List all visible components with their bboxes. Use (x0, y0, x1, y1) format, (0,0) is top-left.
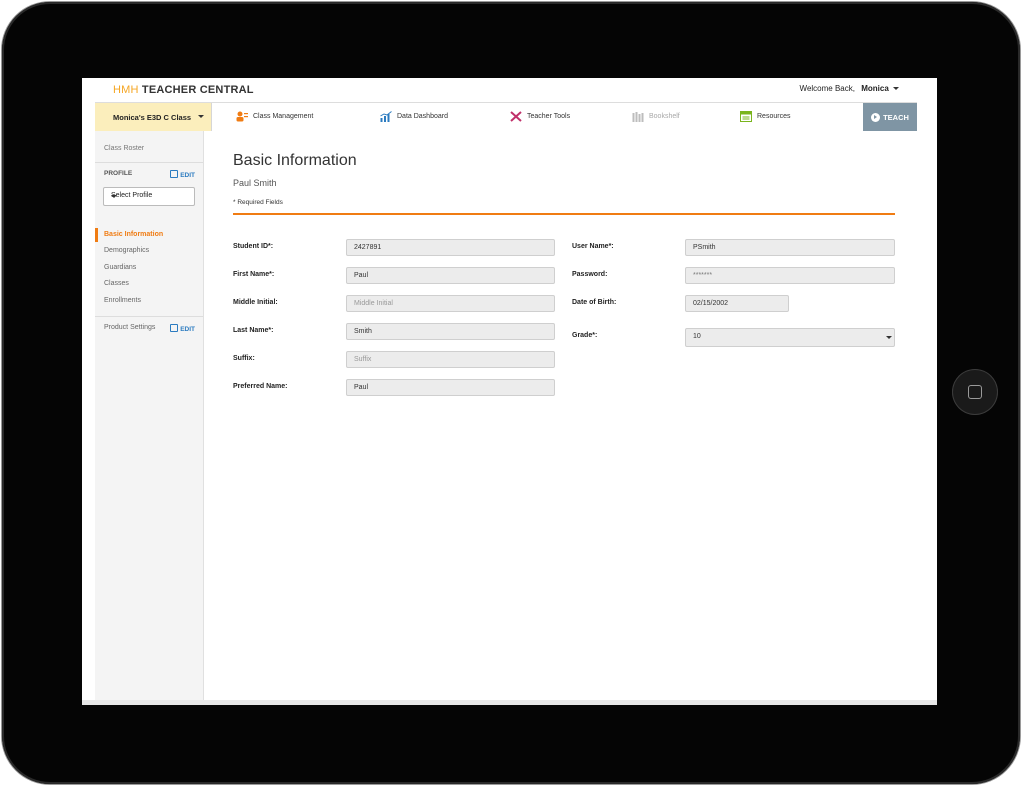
bottom-edge (82, 700, 937, 705)
suffix-label: Suffix: (233, 355, 255, 362)
play-circle-icon (871, 112, 881, 122)
sidebar-item-enrollments[interactable]: Enrollments (104, 297, 141, 304)
edit-label: EDIT (180, 326, 195, 333)
password-input[interactable]: ******* (685, 267, 895, 284)
nav-label: Resources (757, 113, 791, 120)
divider (95, 316, 203, 317)
nav-label: Bookshelf (649, 113, 680, 120)
main-nav: Monica's E3D C Class Class Management Da… (95, 102, 917, 132)
bookshelf-icon (632, 112, 644, 122)
suffix-input[interactable]: Suffix (346, 351, 555, 368)
student-id-label: Student ID*: (233, 243, 274, 250)
grade-label: Grade*: (572, 332, 598, 339)
home-button[interactable] (952, 369, 998, 415)
nav-label: Teacher Tools (527, 113, 571, 120)
preferred-name-label: Preferred Name: (233, 383, 288, 390)
user-name-label: User Name*: (572, 243, 614, 250)
edit-icon (170, 170, 179, 178)
welcome-text: Welcome Back, (799, 84, 855, 93)
teach-label: TEACH (883, 112, 909, 122)
profile-edit-link[interactable]: EDIT (170, 170, 195, 179)
resources-icon (740, 111, 752, 122)
first-name-input[interactable]: Paul (346, 267, 555, 284)
section-divider (233, 213, 895, 215)
top-bar: HMH TEACHER CENTRAL Welcome Back, Monica (82, 78, 937, 102)
sidebar-item-classes[interactable]: Classes (104, 280, 129, 287)
brand-prefix: HMH (113, 84, 139, 96)
teacher-tools-icon (510, 111, 522, 122)
chevron-down-icon (198, 115, 204, 118)
brand-name: TEACHER CENTRAL (141, 84, 254, 96)
sidebar: Class Roster PROFILE EDIT Select Profile… (95, 131, 204, 705)
product-settings-edit-link[interactable]: EDIT (170, 324, 195, 333)
sidebar-item-guardians[interactable]: Guardians (104, 264, 136, 271)
nav-bookshelf[interactable]: Bookshelf (632, 111, 680, 122)
app-screen: HMH TEACHER CENTRAL Welcome Back, Monica… (82, 78, 937, 705)
student-id-input[interactable]: 2427891 (346, 239, 555, 256)
data-dashboard-icon (380, 111, 392, 122)
divider (95, 162, 203, 163)
last-name-input[interactable]: Smith (346, 323, 555, 340)
chevron-down-icon (886, 336, 892, 339)
first-name-label: First Name*: (233, 271, 275, 278)
last-name-label: Last Name*: (233, 327, 274, 334)
teach-button[interactable]: TEACH (863, 103, 917, 131)
nav-teacher-tools[interactable]: Teacher Tools (510, 111, 570, 122)
student-name: Paul Smith (233, 178, 277, 188)
profile-heading: PROFILE (104, 170, 133, 177)
page-title: Basic Information (233, 152, 357, 169)
welcome-area[interactable]: Welcome Back, Monica (800, 84, 899, 93)
password-label: Password: (572, 271, 608, 278)
brand-logo[interactable]: HMH TEACHER CENTRAL (113, 84, 254, 96)
class-selector-label: Monica's E3D C Class (113, 113, 192, 122)
user-name-input[interactable]: PSmith (685, 239, 895, 256)
sidebar-item-basic-information[interactable]: Basic Information (104, 231, 163, 238)
class-selector[interactable]: Monica's E3D C Class (95, 103, 212, 131)
sidebar-class-roster[interactable]: Class Roster (104, 145, 144, 152)
grade-select[interactable]: 10 (685, 328, 895, 347)
edit-label: EDIT (180, 172, 195, 179)
home-square-icon (968, 385, 982, 399)
user-name: Monica (861, 84, 889, 93)
sidebar-item-demographics[interactable]: Demographics (104, 247, 149, 254)
date-of-birth-input[interactable]: 02/15/2002 (685, 295, 789, 312)
date-of-birth-label: Date of Birth: (572, 299, 617, 306)
middle-initial-label: Middle Initial: (233, 299, 278, 306)
nav-resources[interactable]: Resources (740, 111, 790, 122)
main-content: Basic Information Paul Smith * Required … (204, 131, 917, 705)
preferred-name-input[interactable]: Paul (346, 379, 555, 396)
active-indicator (95, 228, 98, 242)
nav-label: Class Management (253, 113, 314, 120)
sidebar-item-product-settings[interactable]: Product Settings (104, 324, 155, 331)
nav-data-dashboard[interactable]: Data Dashboard (380, 111, 448, 122)
class-management-icon (236, 111, 248, 122)
middle-initial-input[interactable]: Middle Initial (346, 295, 555, 312)
nav-label: Data Dashboard (397, 113, 448, 120)
edit-icon (170, 324, 179, 332)
chevron-down-icon (111, 195, 117, 198)
required-note: * Required Fields (233, 199, 283, 206)
nav-class-management[interactable]: Class Management (236, 111, 313, 122)
user-menu-caret-icon (893, 87, 899, 91)
select-profile-dropdown[interactable]: Select Profile (103, 187, 195, 206)
grade-value: 10 (693, 333, 701, 340)
select-profile-label: Select Profile (111, 192, 153, 199)
